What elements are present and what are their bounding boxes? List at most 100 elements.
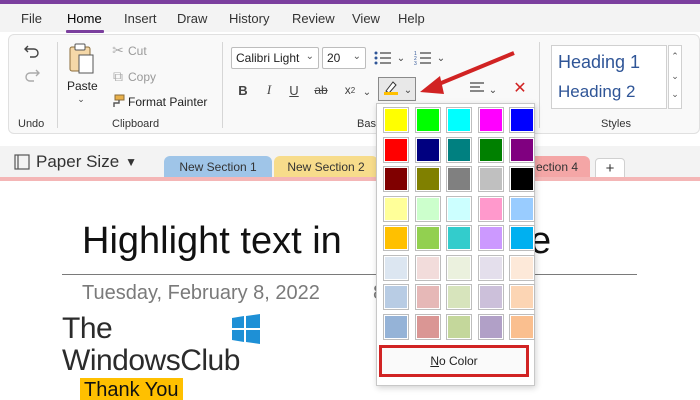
color-swatch[interactable] <box>477 254 504 281</box>
no-color-label: No Color <box>430 354 478 368</box>
numbering-icon[interactable]: 123 <box>412 48 434 68</box>
color-swatch[interactable] <box>414 107 441 133</box>
more-icon[interactable]: ⌄ <box>669 86 681 106</box>
windows-logo-icon <box>232 314 260 344</box>
paste-icon[interactable] <box>66 42 96 76</box>
chevron-down-icon[interactable]: ⌄ <box>669 66 681 86</box>
ribbon-separator <box>539 42 540 128</box>
styles-group-label: Styles <box>601 118 631 130</box>
strikethrough-icon[interactable]: ab <box>312 82 330 98</box>
menu-view[interactable]: View <box>352 11 380 26</box>
menu-insert[interactable]: Insert <box>124 11 157 26</box>
color-swatch[interactable] <box>383 107 409 133</box>
font-name-value: Calibri Light <box>236 51 300 65</box>
color-swatch[interactable] <box>383 225 409 251</box>
chevron-down-icon[interactable]: ⌄ <box>362 86 372 98</box>
paste-button[interactable]: Paste <box>67 79 98 93</box>
color-swatch[interactable] <box>414 136 441 163</box>
chevron-down-icon: ⌄ <box>352 51 361 62</box>
color-swatch[interactable] <box>509 107 535 133</box>
bullets-icon[interactable] <box>372 48 394 68</box>
color-swatch[interactable] <box>509 225 535 251</box>
color-swatch[interactable] <box>414 284 441 310</box>
highlighted-text[interactable]: Thank You <box>80 378 183 400</box>
color-swatch[interactable] <box>446 136 472 163</box>
align-icon[interactable] <box>468 80 486 96</box>
menu-history[interactable]: History <box>229 11 269 26</box>
ribbon-separator <box>57 42 58 128</box>
chevron-down-icon[interactable]: ⌄ <box>76 94 86 104</box>
color-swatch[interactable] <box>383 136 409 163</box>
menu-help[interactable]: Help <box>398 11 425 26</box>
color-swatch[interactable] <box>414 225 441 251</box>
color-swatch[interactable] <box>477 136 504 163</box>
color-swatch[interactable] <box>414 313 441 340</box>
color-swatch[interactable] <box>414 166 441 192</box>
page-title-text: Highlight text in <box>82 220 342 262</box>
clear-formatting-icon[interactable]: ✕ <box>512 80 528 97</box>
color-swatch[interactable] <box>446 225 472 251</box>
color-swatch[interactable] <box>446 107 472 133</box>
underline-icon[interactable]: U <box>287 82 301 98</box>
section-color-line <box>0 177 700 181</box>
color-swatch[interactable] <box>383 254 409 281</box>
color-swatch[interactable] <box>383 166 409 192</box>
color-swatch[interactable] <box>477 313 504 340</box>
style-heading-2[interactable]: Heading 2 <box>558 82 636 102</box>
page-title[interactable]: Highlight text in e <box>82 220 551 263</box>
color-swatch[interactable] <box>446 313 472 340</box>
color-swatch[interactable] <box>477 166 504 192</box>
undo-group-label: Undo <box>18 118 45 130</box>
font-size-combo[interactable]: 20 ⌄ <box>322 47 366 69</box>
section-tab-2[interactable]: New Section 2 <box>274 156 378 178</box>
chevron-down-icon[interactable]: ⌄ <box>488 84 498 96</box>
color-swatch[interactable] <box>446 284 472 310</box>
color-swatch[interactable] <box>509 195 535 222</box>
bold-icon[interactable]: B <box>236 82 250 98</box>
color-swatch[interactable] <box>414 254 441 281</box>
section-tab-1[interactable]: New Section 1 <box>164 156 272 178</box>
color-swatch[interactable] <box>446 254 472 281</box>
color-swatch[interactable] <box>509 254 535 281</box>
menu-review[interactable]: Review <box>292 11 335 26</box>
color-swatch[interactable] <box>383 313 409 340</box>
undo-icon[interactable] <box>22 42 42 60</box>
color-swatch[interactable] <box>383 195 409 222</box>
color-swatch[interactable] <box>509 284 535 310</box>
copy-button[interactable]: Copy <box>128 70 156 84</box>
title-underline <box>62 274 637 275</box>
chevron-up-icon[interactable]: ⌃ <box>669 46 681 66</box>
menu-home[interactable]: Home <box>67 11 102 26</box>
color-swatch[interactable] <box>477 107 504 133</box>
logo-line-2: WindowsClub <box>62 344 240 377</box>
menu-file[interactable]: File <box>21 11 42 26</box>
italic-icon[interactable]: I <box>262 82 276 98</box>
styles-scroll[interactable]: ⌃ ⌄ ⌄ <box>668 45 682 109</box>
ribbon-separator <box>222 42 223 128</box>
notebook-selector[interactable]: Paper Size ▼ <box>14 152 137 172</box>
color-swatch[interactable] <box>446 166 472 192</box>
section-tab-label: New Section 1 <box>179 160 257 174</box>
color-swatch[interactable] <box>509 136 535 163</box>
chevron-down-icon[interactable]: ⌄ <box>396 51 406 65</box>
style-heading-1[interactable]: Heading 1 <box>558 52 640 73</box>
color-swatch[interactable] <box>383 284 409 310</box>
cut-button[interactable]: Cut <box>128 44 147 58</box>
color-swatch[interactable] <box>477 195 504 222</box>
color-swatch[interactable] <box>477 225 504 251</box>
menu-draw[interactable]: Draw <box>177 11 207 26</box>
color-swatch[interactable] <box>509 313 535 340</box>
color-swatch[interactable] <box>509 166 535 192</box>
redo-icon[interactable] <box>22 66 42 84</box>
chevron-down-icon: ⌄ <box>305 51 314 62</box>
color-swatch[interactable] <box>414 195 441 222</box>
color-swatch[interactable] <box>446 195 472 222</box>
font-name-combo[interactable]: Calibri Light ⌄ <box>231 47 319 69</box>
chevron-down-icon: ⌄ <box>403 84 413 96</box>
chevron-down-icon[interactable]: ⌄ <box>436 51 446 65</box>
format-painter-button[interactable]: Format Painter <box>128 95 207 109</box>
subscript-icon[interactable]: x2 <box>342 82 358 98</box>
no-color-button[interactable]: No Color <box>379 345 529 377</box>
add-section-button[interactable]: + <box>595 158 625 178</box>
color-swatch[interactable] <box>477 284 504 310</box>
